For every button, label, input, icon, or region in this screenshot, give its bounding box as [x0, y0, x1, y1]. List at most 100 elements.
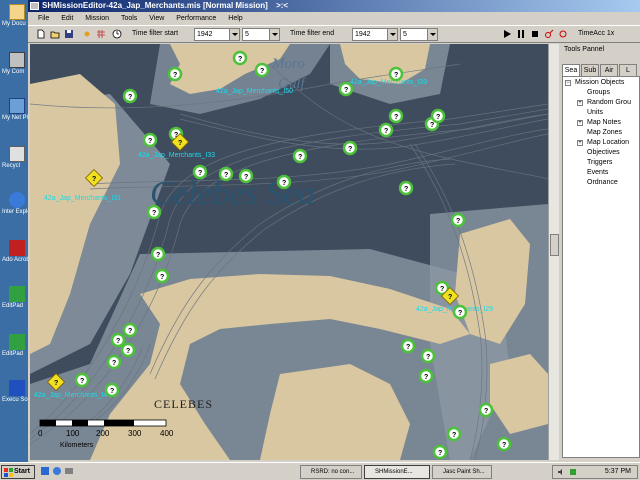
marker-tool-icon[interactable]	[558, 29, 568, 39]
unit-marker-symbol: ?	[484, 408, 488, 415]
tab-sub[interactable]: Sub	[581, 64, 599, 76]
quick-launch-icon[interactable]	[64, 466, 74, 476]
menu-mission[interactable]: Mission	[85, 12, 109, 25]
network-tray-icon[interactable]	[569, 468, 577, 476]
menu-view[interactable]: View	[149, 12, 164, 25]
acrobat-icon	[9, 240, 25, 256]
chevron-down-icon[interactable]	[387, 29, 397, 40]
tab-sea[interactable]: Sea	[562, 64, 580, 76]
title-bar[interactable]: SHMissionEditor-42a_Jap_Merchants.mis [N…	[28, 0, 640, 12]
desktop: My Docu My Com My Net Plac Recycl Inter …	[0, 0, 35, 462]
clock-icon[interactable]	[112, 29, 122, 39]
unit-label[interactable]: 42a_Jap_Merchants_I31	[44, 195, 121, 202]
unit-marker-symbol: ?	[128, 328, 132, 335]
grid-tool-icon[interactable]	[96, 29, 106, 39]
tree-item-triggers[interactable]: Triggers	[587, 158, 612, 167]
unit-marker-symbol: ?	[152, 210, 156, 217]
unit-marker-symbol: ?	[436, 114, 440, 121]
tree-item-map-notes[interactable]: Map Notes	[587, 118, 621, 127]
desktop-icon-my-documents[interactable]: My Docu	[2, 4, 30, 40]
unit-marker-symbol: ?	[282, 180, 286, 187]
tree-item-map-locations[interactable]: Map Location	[587, 138, 629, 147]
tree-item-events[interactable]: Events	[587, 168, 608, 177]
save-icon[interactable]	[64, 29, 74, 39]
tree-item-objectives[interactable]: Objectives	[587, 148, 620, 157]
volume-icon[interactable]	[557, 468, 565, 476]
tree-item-ordnance[interactable]: Ordnance	[587, 178, 618, 187]
menu-edit[interactable]: Edit	[61, 12, 73, 25]
map-view[interactable]: Celebes Sea Moro Gulf CELEBES 42a_Jap_Me…	[30, 44, 548, 460]
end-month-select[interactable]: 5	[400, 28, 438, 41]
unit-marker-symbol: ?	[348, 146, 352, 153]
start-button[interactable]: Start	[1, 465, 35, 479]
selected-unit-marker-symbol: ?	[92, 176, 96, 183]
tree-expand-toggle[interactable]: +	[577, 100, 583, 106]
unit-label[interactable]: 42a_Jap_Merchants_I39	[350, 79, 427, 86]
computer-icon	[9, 52, 25, 68]
desktop-icon-internet-explorer[interactable]: Inter Explo	[2, 192, 31, 228]
menu-performance[interactable]: Performance	[176, 12, 216, 25]
tree-expand-toggle[interactable]: +	[577, 120, 583, 126]
unit-marker-symbol: ?	[156, 252, 160, 259]
end-year-select[interactable]: 1942	[352, 28, 398, 41]
desktop-icon-network[interactable]: My Net Plac	[2, 98, 34, 134]
pause-icon[interactable]	[516, 29, 526, 39]
unit-marker-symbol: ?	[406, 344, 410, 351]
map-vertical-scrollbar[interactable]	[548, 44, 559, 460]
open-folder-icon[interactable]	[50, 29, 60, 39]
desktop-icon-executor[interactable]: Execu Softw	[2, 380, 35, 416]
record-icon[interactable]	[544, 29, 554, 39]
menu-help[interactable]: Help	[228, 12, 242, 25]
folder-icon	[9, 4, 25, 20]
quick-launch-icon[interactable]	[40, 466, 50, 476]
taskbar-item-mission-editor[interactable]: SHMissionE...	[364, 465, 430, 479]
map-canvas[interactable]: Celebes Sea Moro Gulf CELEBES 42a_Jap_Me…	[30, 44, 548, 460]
tree-item-map-zones[interactable]: Map Zones	[587, 128, 622, 137]
unit-label[interactable]: 42a_Jap_Merchants_I50	[216, 88, 293, 95]
taskbar-item-paint-shop[interactable]: Jasc Paint Sh...	[432, 465, 492, 479]
chevron-down-icon[interactable]	[229, 29, 239, 40]
editpad-icon	[9, 334, 25, 350]
new-file-icon[interactable]	[36, 29, 46, 39]
tree-root[interactable]: Mission Objects	[575, 78, 624, 87]
start-year-select[interactable]: 1942	[194, 28, 240, 41]
desktop-icon-editpad-1[interactable]: EditPad	[2, 286, 30, 322]
tree-expand-toggle[interactable]: +	[577, 140, 583, 146]
star-tool-icon[interactable]	[82, 29, 92, 39]
chevron-down-icon[interactable]	[427, 29, 437, 40]
tree-collapse-toggle[interactable]: −	[565, 80, 571, 86]
tools-panel-title: Tools Pannel	[564, 46, 605, 53]
scale-tick: 200	[96, 429, 110, 438]
unit-marker-symbol: ?	[224, 172, 228, 179]
tab-air[interactable]: Air	[600, 64, 618, 76]
tree-item-random-groups[interactable]: Random Grou	[587, 98, 631, 107]
start-year-value: 1942	[197, 31, 213, 38]
start-month-select[interactable]: 5	[242, 28, 280, 41]
unit-marker-symbol: ?	[80, 378, 84, 385]
stop-icon[interactable]	[530, 29, 540, 39]
unit-marker-symbol: ?	[404, 186, 408, 193]
tools-panel: Tools Pannel Sea Sub Air L − Mission Obj…	[560, 44, 640, 460]
chevron-down-icon[interactable]	[269, 29, 279, 40]
tab-land[interactable]: L	[619, 64, 637, 76]
unit-marker-symbol: ?	[426, 354, 430, 361]
desktop-icon-my-computer[interactable]: My Com	[2, 52, 30, 88]
desktop-icon-acrobat[interactable]: Ado Acroba	[2, 240, 33, 276]
unit-marker-symbol: ?	[238, 56, 242, 63]
unit-marker-symbol: ?	[298, 154, 302, 161]
unit-label[interactable]: 42a_Jap_Merchants_I4	[34, 392, 107, 399]
window-title-suffix: >:<	[276, 1, 289, 10]
quick-launch-icon[interactable]	[52, 466, 62, 476]
scrollbar-thumb[interactable]	[550, 234, 559, 256]
time-acceleration-label: TimeAcc 1x	[578, 30, 615, 37]
taskbar-item-rsrd[interactable]: RSRD: no con...	[300, 465, 362, 479]
unit-marker-symbol: ?	[116, 338, 120, 345]
desktop-icon-recycle-bin[interactable]: Recycl	[2, 146, 30, 182]
tree-item-units[interactable]: Units	[587, 108, 603, 117]
tree-item-groups[interactable]: Groups	[587, 88, 610, 97]
menu-file[interactable]: File	[38, 12, 49, 25]
menu-tools[interactable]: Tools	[121, 12, 137, 25]
desktop-icon-editpad-2[interactable]: EditPad	[2, 334, 30, 370]
unit-label[interactable]: 42a_Jap_Merchants_I33	[138, 152, 215, 159]
play-icon[interactable]	[502, 29, 512, 39]
